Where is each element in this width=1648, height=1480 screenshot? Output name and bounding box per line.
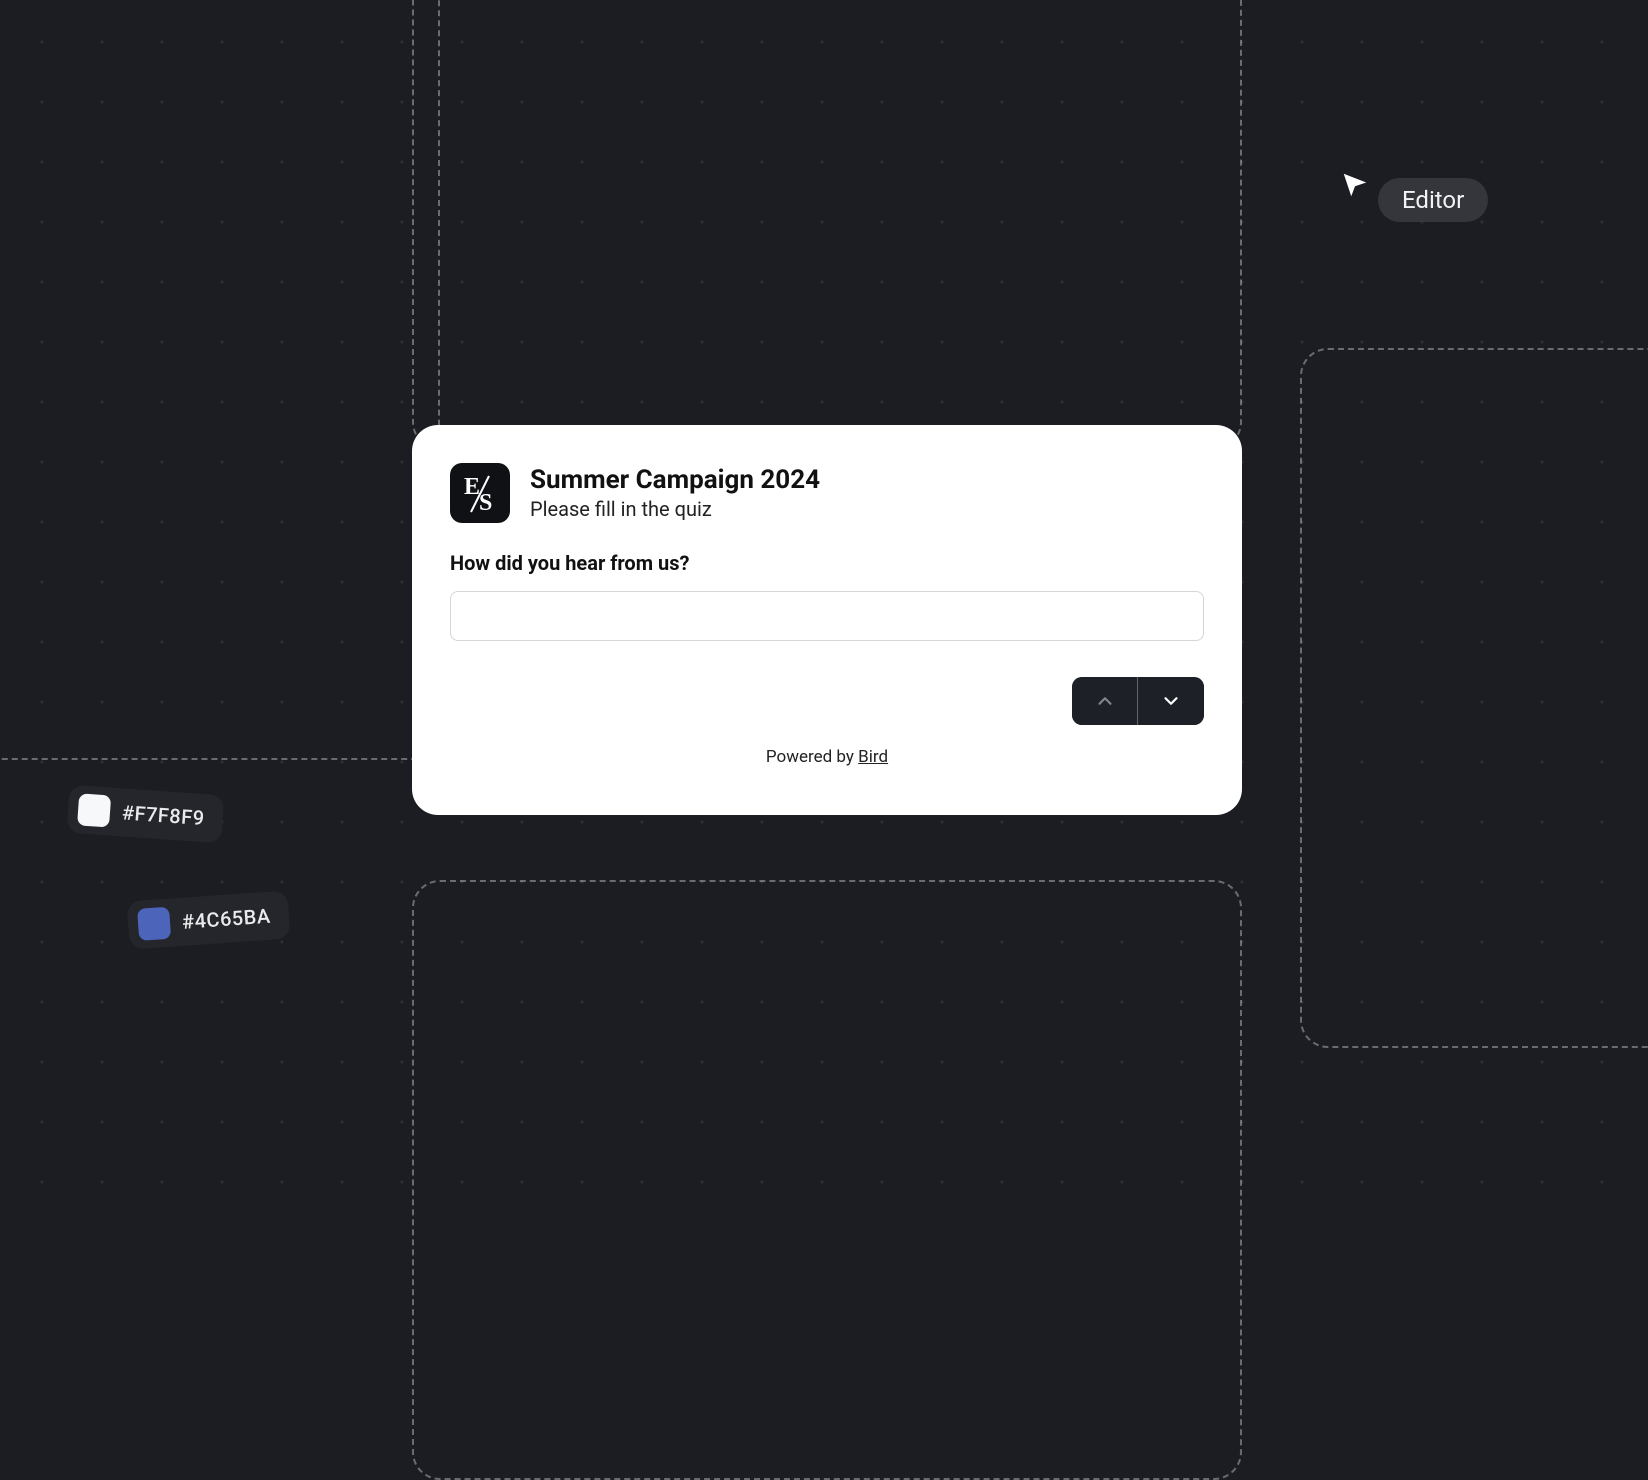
quiz-answer-input[interactable] xyxy=(450,591,1204,641)
quiz-footer: Powered by Bird xyxy=(450,747,1204,767)
quiz-question: How did you hear from us? xyxy=(450,551,1204,575)
quiz-nav xyxy=(450,677,1204,725)
chevron-down-icon xyxy=(1160,690,1182,712)
brand-logo-icon: E S xyxy=(457,470,503,516)
svg-text:E: E xyxy=(464,474,480,500)
dashed-frame xyxy=(412,880,1242,1480)
quiz-card: E S Summer Campaign 2024 Please fill in … xyxy=(412,425,1242,815)
dashed-frame xyxy=(0,0,440,760)
color-chip-hex: #F7F8F9 xyxy=(121,800,205,830)
quiz-card-header: E S Summer Campaign 2024 Please fill in … xyxy=(450,463,1204,523)
collab-cursor-label: Editor xyxy=(1378,178,1488,222)
quiz-prev-button[interactable] xyxy=(1072,677,1138,725)
color-swatch xyxy=(137,907,171,941)
color-chip[interactable]: #4C65BA xyxy=(127,890,291,949)
color-swatch xyxy=(77,793,111,827)
powered-by-prefix: Powered by xyxy=(766,747,858,767)
chevron-up-icon xyxy=(1094,690,1116,712)
dashed-frame xyxy=(412,0,1242,450)
collab-cursor: Editor xyxy=(1340,170,1370,204)
dashed-frame xyxy=(1300,348,1648,1048)
quiz-subtitle: Please fill in the quiz xyxy=(530,497,820,521)
quiz-title: Summer Campaign 2024 xyxy=(530,465,820,495)
quiz-stepper xyxy=(1072,677,1204,725)
color-chip-hex: #4C65BA xyxy=(181,904,271,934)
color-chip[interactable]: #F7F8F9 xyxy=(67,785,225,844)
quiz-next-button[interactable] xyxy=(1138,677,1204,725)
cursor-icon xyxy=(1340,170,1370,200)
powered-by-link[interactable]: Bird xyxy=(858,747,888,767)
brand-logo: E S xyxy=(450,463,510,523)
